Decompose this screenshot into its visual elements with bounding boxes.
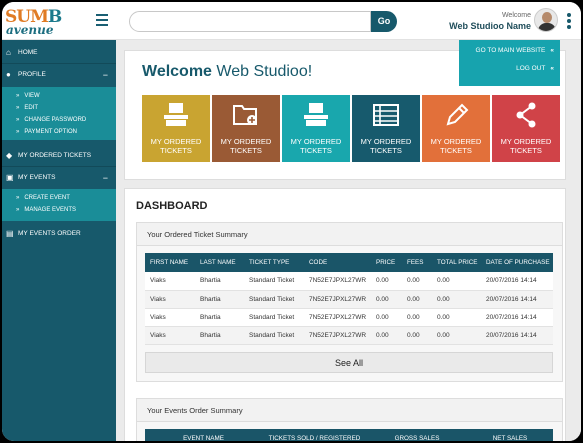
logo-subtext: avenue (6, 23, 54, 37)
tile-my-ordered-tickets[interactable]: MY ORDERED TICKETS (142, 95, 210, 162)
tile-my-ordered-tickets[interactable]: MY ORDERED TICKETS (352, 95, 420, 162)
dashboard-panel: DASHBOARD Your Ordered Ticket Summary FI… (124, 188, 566, 441)
tile-my-ordered-tickets[interactable]: MY ORDERED TICKETS (422, 95, 490, 162)
welcome-label: Welcome (501, 12, 531, 19)
search-input[interactable] (129, 11, 371, 32)
table-row: Viaks Bhartia Standard Ticket 7N52E7JPXL27W… (145, 308, 553, 327)
ticket-summary-table: FIRST NAME LAST NAME TICKET TYPE CODE PR… (145, 253, 553, 345)
table-header-row: FIRST NAME LAST NAME TICKET TYPE CODE PR… (145, 253, 553, 272)
ticket-hand-icon (304, 103, 328, 126)
events-summary-title: Your Events Order Summary (137, 399, 562, 422)
sidebar-item-manage-events[interactable]: MANAGE EVENTS (2, 204, 116, 216)
document-icon: ▤ (6, 229, 14, 238)
user-name[interactable]: Web Studioo Name (449, 21, 531, 31)
avatar[interactable] (534, 8, 558, 32)
table-row: Viaks Bhartia Standard Ticket 7N52E7JPXL27W… (145, 272, 553, 291)
sidebar-item-create-event[interactable]: CREATE EVENT (2, 192, 116, 204)
sidebar-item-change-password[interactable]: CHANGE PASSWORD (2, 114, 116, 126)
tile-my-ordered-tickets[interactable]: MY ORDERED TICKETS (282, 95, 350, 162)
logout-link[interactable]: LOG OUT « (516, 65, 554, 72)
logo[interactable]: SUMB avenue (5, 7, 62, 37)
table-header-row: EVENT NAME TICKETS SOLD / REGISTERED GRO… (145, 429, 553, 441)
table-row: Viaks Bhartia Standard Ticket 7N52E7JPXL27W… (145, 326, 553, 345)
sidebar-item-my-ordered-tickets[interactable]: ◆ MY ORDERED TICKETS (2, 145, 116, 167)
sidebar-item-view[interactable]: VIEW (2, 90, 116, 102)
top-header: SUMB avenue Go Welcome Web Studioo Name (2, 2, 581, 40)
welcome-heading: Welcome Web Studioo! (142, 63, 313, 80)
user-menu-dropdown: GO TO MAIN WEBSITE « LOG OUT « (459, 40, 560, 86)
ticket-summary-box: Your Ordered Ticket Summary FIRST NAME L… (136, 222, 563, 382)
hamburger-menu-icon[interactable] (96, 14, 108, 26)
home-icon: ⌂ (6, 48, 11, 57)
dashboard-title: DASHBOARD (136, 200, 208, 212)
events-summary-table: EVENT NAME TICKETS SOLD / REGISTERED GRO… (145, 429, 553, 441)
table-row: Viaks Bhartia Standard Ticket 7N52E7JPXL27W… (145, 290, 553, 309)
tile-my-ordered-tickets[interactable]: MY ORDERED TICKETS (212, 95, 280, 162)
chevrons-left-icon: « (550, 65, 554, 72)
sidebar-item-my-events[interactable]: ▣ MY EVENTS − (2, 166, 116, 188)
sidebar-item-edit[interactable]: EDIT (2, 102, 116, 114)
events-summary-box: Your Events Order Summary EVENT NAME TIC… (136, 398, 563, 441)
sidebar-item-home[interactable]: ⌂ HOME (2, 42, 116, 64)
collapse-icon[interactable]: − (103, 64, 108, 86)
user-icon: ● (6, 70, 11, 79)
main-content: Welcome Web Studioo! MY ORDERED TICKETS M… (116, 40, 581, 441)
list-icon (373, 104, 399, 126)
sidebar: ⌂HOME ●PROFILE− VIEW EDIT CHANGE PASSWOR… (2, 40, 116, 441)
see-all-button[interactable]: See All (145, 352, 553, 373)
sidebar-item-payment-option[interactable]: PAYMENT OPTION (2, 126, 116, 138)
more-options-icon[interactable] (567, 13, 571, 29)
ticket-summary-title: Your Ordered Ticket Summary (137, 223, 562, 246)
tile-my-ordered-tickets[interactable]: MY ORDERED TICKETS (492, 95, 560, 162)
ticket-hand-icon (164, 103, 188, 126)
go-to-main-website-link[interactable]: GO TO MAIN WEBSITE « (476, 47, 554, 54)
sidebar-item-my-events-order[interactable]: ▤ MY EVENTS ORDER (2, 223, 116, 245)
share-icon (516, 102, 536, 128)
calendar-icon: ▣ (6, 173, 14, 182)
events-submenu: CREATE EVENT MANAGE EVENTS (2, 189, 116, 221)
app-window: SUMB avenue Go Welcome Web Studioo Name … (2, 2, 581, 441)
profile-submenu: VIEW EDIT CHANGE PASSWORD PAYMENT OPTION (2, 87, 116, 140)
go-button[interactable]: Go (371, 11, 397, 32)
folder-add-icon (233, 105, 257, 125)
collapse-icon[interactable]: − (103, 167, 108, 189)
sidebar-item-profile[interactable]: ● PROFILE − (2, 63, 116, 85)
pencil-icon (446, 103, 469, 126)
chevrons-left-icon: « (550, 47, 554, 54)
ticket-icon: ◆ (6, 151, 13, 160)
